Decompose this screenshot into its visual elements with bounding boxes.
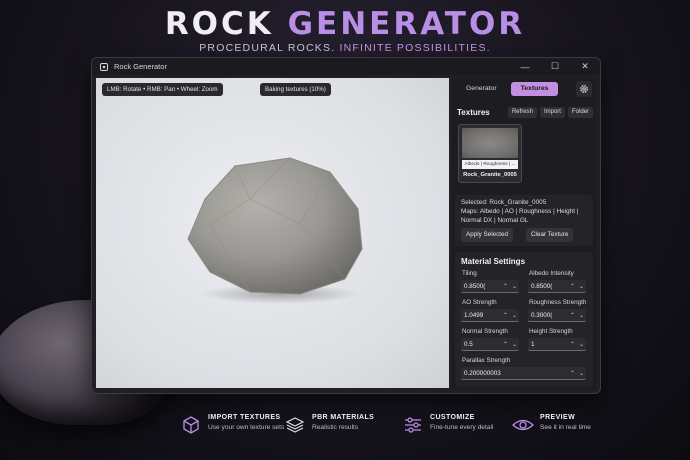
hero-title: ROCK GENERATOR	[0, 6, 690, 42]
cube-icon	[180, 414, 202, 436]
albedo-intensity-label: Albedo Intensity	[529, 270, 574, 277]
maps-line-1: Maps: Albedo | AO | Roughness | Height |	[461, 208, 579, 215]
feature-subtitle: Fine-tune every detail	[430, 424, 494, 431]
controls-hint: LMB: Rotate • RMB: Pan • Wheel: Zoom	[102, 83, 223, 96]
eye-icon	[512, 414, 534, 436]
apply-selected-button[interactable]: Apply Selected	[461, 228, 514, 242]
app-window: Rock Generator — ☐ ✕ LMB: Rotate • RMB: …	[91, 57, 601, 394]
layers-icon	[284, 414, 306, 436]
feature-preview: PREVIEW See it in real time	[512, 414, 591, 436]
feature-subtitle: See it in real time	[540, 424, 591, 431]
ao-strength-input[interactable]: 1.0499 ⌃ ⌄	[461, 309, 519, 322]
chevron-up-icon[interactable]: ⌃	[568, 283, 577, 290]
chevron-up-icon[interactable]: ⌃	[501, 312, 510, 319]
feature-title: PBR MATERIALS	[312, 414, 375, 421]
albedo-intensity-input[interactable]: 0.8500( ⌃ ⌄	[528, 280, 586, 293]
clear-texture-button[interactable]: Clear Texture	[526, 228, 574, 242]
tab-generator[interactable]: Generator	[456, 82, 507, 96]
chevron-down-icon[interactable]: ⌄	[577, 312, 586, 319]
feature-subtitle: Realistic results	[312, 424, 359, 431]
chevron-down-icon[interactable]: ⌄	[577, 283, 586, 290]
chevron-down-icon[interactable]: ⌄	[577, 370, 586, 377]
material-settings-header: Material Settings	[461, 257, 526, 266]
normal-strength-value: 0.5	[464, 340, 473, 348]
close-icon[interactable]: ✕	[570, 58, 600, 75]
texture-name: Rock_Granite_0005	[463, 172, 517, 178]
selection-info-panel: Selected: Rock_Granite_0005 Maps: Albedo…	[455, 195, 593, 246]
texture-maps-caption: Albedo | Roughness | ...	[462, 160, 518, 169]
panel-tabs: Generator Textures	[452, 78, 596, 100]
window-titlebar[interactable]: Rock Generator — ☐ ✕	[92, 58, 600, 75]
chevron-up-icon[interactable]: ⌃	[501, 283, 510, 290]
chevron-up-icon[interactable]: ⌃	[568, 370, 577, 377]
height-strength-input[interactable]: 1 ⌃ ⌄	[528, 338, 586, 351]
normal-strength-input[interactable]: 0.5 ⌃ ⌄	[461, 338, 519, 351]
parallax-strength-input[interactable]: 0.200000003 ⌃ ⌄	[461, 367, 586, 380]
chevron-up-icon[interactable]: ⌃	[568, 341, 577, 348]
subtitle-main: PROCEDURAL ROCKS.	[199, 42, 336, 54]
side-panel: Generator Textures Textures Refresh Impo…	[452, 78, 596, 390]
app-cube-icon	[100, 62, 108, 71]
3d-viewport[interactable]: LMB: Rotate • RMB: Pan • Wheel: Zoom Bak…	[96, 78, 449, 388]
feature-import-textures: IMPORT TEXTURES Use your own texture sets	[180, 414, 284, 436]
rock-model[interactable]	[180, 154, 370, 304]
textures-toolbar: Textures Refresh Import Folder	[457, 107, 593, 118]
tab-textures[interactable]: Textures	[510, 82, 559, 96]
feature-title: PREVIEW	[540, 414, 576, 421]
chevron-down-icon[interactable]: ⌄	[510, 341, 519, 348]
roughness-strength-label: Roughness Strength	[529, 299, 587, 306]
chevron-up-icon[interactable]: ⌃	[501, 341, 510, 348]
sliders-icon	[402, 414, 424, 436]
gear-icon[interactable]	[576, 81, 592, 97]
material-settings-panel: Material Settings Tiling 0.8500( ⌃ ⌄ Albe…	[455, 252, 593, 386]
feature-pbr-materials: PBR MATERIALS Realistic results	[284, 414, 374, 436]
texture-preview-image	[462, 128, 518, 158]
title-accent: GENERATOR	[287, 6, 526, 42]
textures-header: Textures	[457, 108, 490, 117]
import-button[interactable]: Import	[539, 107, 565, 118]
roughness-strength-value: 0.3000(	[531, 311, 553, 319]
minimize-icon[interactable]: —	[510, 58, 540, 75]
hero-subtitle: PROCEDURAL ROCKS. INFINITE POSSIBILITIES…	[0, 42, 690, 54]
roughness-strength-input[interactable]: 0.3000( ⌃ ⌄	[528, 309, 586, 322]
feature-title: IMPORT TEXTURES	[208, 414, 281, 421]
folder-button[interactable]: Folder	[567, 107, 593, 118]
baking-status: Baking textures (10%)	[260, 83, 331, 96]
title-main: ROCK	[164, 6, 274, 42]
tiling-input[interactable]: 0.8500( ⌃ ⌄	[461, 280, 519, 293]
texture-thumbnail[interactable]: Albedo | Roughness | ... Rock_Granite_00…	[458, 124, 522, 183]
tiling-label: Tiling	[462, 270, 477, 277]
ao-strength-label: AO Strength	[462, 299, 497, 306]
chevron-down-icon[interactable]: ⌄	[510, 312, 519, 319]
feature-customize: CUSTOMIZE Fine-tune every detail	[402, 414, 493, 436]
tiling-value: 0.8500(	[464, 282, 486, 290]
maps-line-2: Normal DX | Normal GL	[461, 217, 529, 224]
height-strength-value: 1	[531, 340, 535, 348]
parallax-strength-label: Parallax Strength	[462, 357, 511, 364]
maximize-icon[interactable]: ☐	[540, 58, 570, 75]
chevron-up-icon[interactable]: ⌃	[568, 312, 577, 319]
selected-texture-text: Selected: Rock_Granite_0005	[461, 199, 547, 206]
subtitle-accent: INFINITE POSSIBILITIES.	[339, 42, 491, 54]
refresh-button[interactable]: Refresh	[507, 107, 537, 118]
albedo-intensity-value: 0.8500(	[531, 282, 553, 290]
height-strength-label: Height Strength	[529, 328, 573, 335]
parallax-strength-value: 0.200000003	[464, 369, 501, 377]
window-title: Rock Generator	[114, 62, 167, 71]
normal-strength-label: Normal Strength	[462, 328, 508, 335]
feature-subtitle: Use your own texture sets	[208, 424, 285, 431]
ao-strength-value: 1.0499	[464, 311, 484, 319]
chevron-down-icon[interactable]: ⌄	[510, 283, 519, 290]
feature-title: CUSTOMIZE	[430, 414, 475, 421]
chevron-down-icon[interactable]: ⌄	[577, 341, 586, 348]
